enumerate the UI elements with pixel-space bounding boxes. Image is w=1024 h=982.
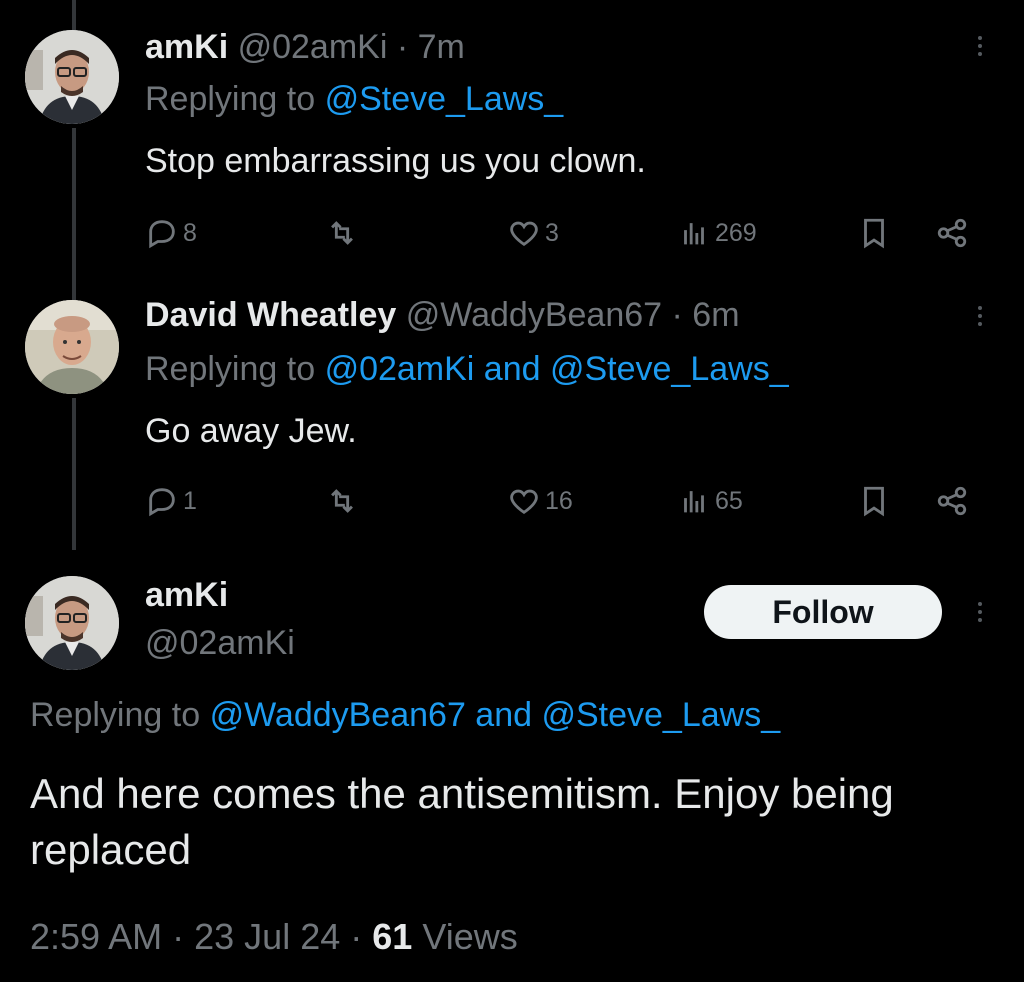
views-button[interactable]: 65 xyxy=(677,484,743,518)
handle[interactable]: @WaddyBean67 xyxy=(406,296,662,334)
avatar-glasses-man[interactable] xyxy=(25,576,119,670)
reply-button[interactable]: 8 xyxy=(145,216,197,250)
replying-to-prefix: Replying to xyxy=(145,350,316,388)
reply-icon xyxy=(149,220,175,249)
replying-to-line: Replying to @02amKi and @Steve_Laws_ xyxy=(145,350,789,389)
separator-dot: · xyxy=(671,296,683,334)
thread-line-top xyxy=(72,0,76,30)
timestamp[interactable]: 7m xyxy=(418,28,465,66)
more-options-icon[interactable] xyxy=(974,602,986,622)
retweet-icon xyxy=(331,489,353,513)
main-handle[interactable]: @02amKi xyxy=(145,624,295,663)
display-name[interactable]: amKi xyxy=(145,28,228,66)
main-tweet-text: And here comes the antisemitism. Enjoy b… xyxy=(30,770,894,873)
bookmark-button[interactable] xyxy=(857,484,891,518)
display-name[interactable]: David Wheatley xyxy=(145,296,396,334)
replying-to-prefix: Replying to xyxy=(30,696,201,734)
views-button[interactable]: 269 xyxy=(677,216,757,250)
share-icon xyxy=(937,218,967,248)
views-count: 269 xyxy=(715,218,757,247)
bookmark-icon xyxy=(864,218,884,249)
timestamp[interactable]: 6m xyxy=(692,296,739,334)
replying-to-line: Replying to @Steve_Laws_ xyxy=(145,80,563,119)
avatar-bald-man[interactable] xyxy=(25,300,119,394)
thread-line-2 xyxy=(72,398,76,550)
handle[interactable]: @02amKi xyxy=(238,28,388,66)
retweet-button[interactable] xyxy=(325,484,363,518)
follow-button[interactable]: Follow xyxy=(704,585,942,639)
heart-icon xyxy=(510,489,538,515)
reply-button[interactable]: 1 xyxy=(145,484,197,518)
tweet-meta: 2:59 AM · 23 Jul 24 · 61 Views xyxy=(30,916,518,958)
separator-dot: · xyxy=(172,916,185,957)
main-display-name[interactable]: amKi xyxy=(145,576,228,615)
reply-count: 8 xyxy=(183,218,197,247)
reply-icon xyxy=(149,488,175,517)
tweet-text: Stop embarrassing us you clown. xyxy=(145,142,646,180)
like-button[interactable]: 3 xyxy=(507,216,559,250)
replying-to-link[interactable]: @02amKi and @Steve_Laws_ xyxy=(325,350,789,388)
reply-1-header: amKi @02amKi · 7m xyxy=(145,28,465,67)
retweet-button[interactable] xyxy=(325,216,363,250)
share-button[interactable] xyxy=(935,484,969,518)
tweet-text: Go away Jew. xyxy=(145,412,357,450)
share-button[interactable] xyxy=(935,216,969,250)
bookmark-icon xyxy=(864,486,884,517)
views-count: 61 xyxy=(372,916,413,957)
reply-2-header: David Wheatley @WaddyBean67 · 6m xyxy=(145,296,740,335)
heart-icon xyxy=(510,221,538,247)
bar-chart-icon xyxy=(684,491,704,513)
display-name[interactable]: amKi xyxy=(145,576,228,614)
replying-to-link[interactable]: @Steve_Laws_ xyxy=(325,80,564,118)
replying-to-line: Replying to @WaddyBean67 and @Steve_Laws… xyxy=(30,696,780,735)
separator-dot: · xyxy=(396,28,409,66)
action-bar: 1 16 65 xyxy=(145,484,985,524)
thread-line-1 xyxy=(72,128,76,300)
tweet-time[interactable]: 2:59 AM xyxy=(30,916,162,957)
like-button[interactable]: 16 xyxy=(507,484,573,518)
bar-chart-icon xyxy=(684,223,704,245)
like-count: 3 xyxy=(545,218,559,247)
separator-dot: · xyxy=(350,916,363,957)
action-bar: 8 3 269 xyxy=(145,216,985,256)
tweet-date[interactable]: 23 Jul 24 xyxy=(194,916,340,957)
reply-count: 1 xyxy=(183,486,197,515)
share-icon xyxy=(937,486,967,516)
more-options-icon[interactable] xyxy=(974,36,986,56)
like-count: 16 xyxy=(545,486,573,515)
retweet-icon xyxy=(331,221,353,245)
replying-to-prefix: Replying to xyxy=(145,80,316,118)
views-count: 65 xyxy=(715,486,743,515)
replying-to-link[interactable]: @WaddyBean67 and @Steve_Laws_ xyxy=(210,696,781,734)
views-label: Views xyxy=(422,916,518,957)
bookmark-button[interactable] xyxy=(857,216,891,250)
avatar-glasses-man[interactable] xyxy=(25,30,119,124)
more-options-icon[interactable] xyxy=(974,306,986,326)
